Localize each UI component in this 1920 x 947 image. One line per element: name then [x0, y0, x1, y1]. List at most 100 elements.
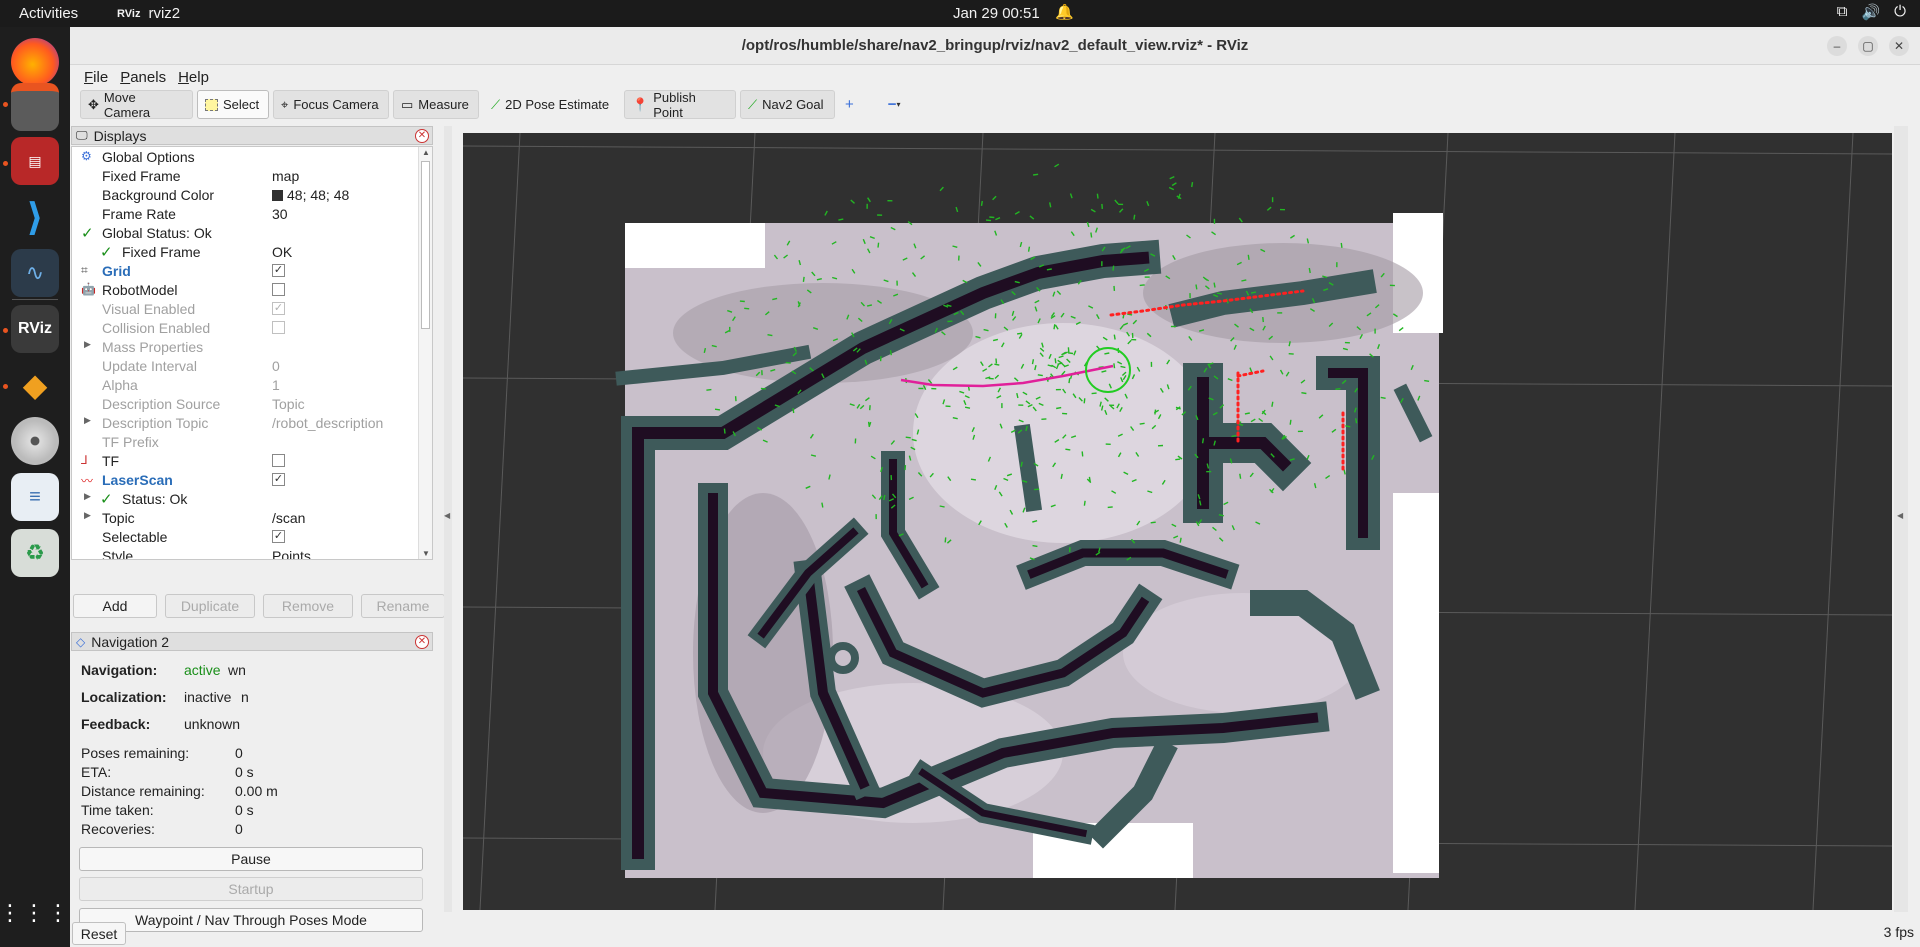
remove-display-button[interactable]: Remove [263, 594, 353, 618]
system-monitor-icon[interactable]: ∿ [11, 249, 59, 297]
activities-button[interactable]: Activities [19, 5, 78, 22]
terminal-icon[interactable]: ▤ [11, 137, 59, 185]
gazebo-icon[interactable]: ◆ [11, 361, 59, 409]
row-value[interactable]: Topic [272, 396, 305, 412]
render-scene[interactable] [463, 133, 1892, 910]
right-splitter[interactable]: ◀ [1894, 126, 1908, 912]
expand-arrow-icon[interactable]: ▶ [84, 491, 91, 502]
firefox-icon[interactable] [11, 38, 59, 86]
add-tool-button[interactable]: + [839, 90, 860, 119]
expand-arrow-icon[interactable]: ▶ [84, 510, 91, 521]
close-panel-icon[interactable]: ✕ [415, 635, 429, 649]
tree-row-frame-rate[interactable]: Frame Rate 30 [72, 204, 418, 223]
collision-enabled-checkbox[interactable] [272, 321, 285, 334]
trash-icon[interactable]: ♻ [11, 529, 59, 577]
left-splitter[interactable]: ◀ [444, 126, 452, 912]
nav2-goal-button[interactable]: ⟋ Nav2 Goal [740, 90, 835, 119]
close-panel-icon[interactable]: ✕ [415, 129, 429, 143]
clock[interactable]: Jan 29 00:51 [953, 5, 1040, 22]
row-label: Frame Rate [102, 206, 176, 222]
menu-file[interactable]: File [78, 65, 114, 89]
tree-row-global-options[interactable]: ⚙ Global Options [72, 147, 418, 166]
menu-help[interactable]: Help [172, 65, 215, 89]
tree-row-alpha[interactable]: Alpha 1 [72, 375, 418, 394]
rename-display-button[interactable]: Rename [361, 594, 445, 618]
row-label: Topic [102, 510, 135, 526]
row-value[interactable]: /robot_description [272, 415, 383, 431]
vscode-icon[interactable]: ⟩ [11, 193, 59, 241]
displays-scrollbar[interactable]: ▲ ▼ [418, 147, 432, 559]
particle-arrow [1081, 451, 1084, 457]
tree-row-fixed-frame-status[interactable]: ✓ Fixed Frame OK [72, 242, 418, 261]
scroll-thumb[interactable] [421, 161, 430, 329]
row-value[interactable]: 1 [272, 377, 280, 393]
remove-tool-button[interactable]: − ▾ [882, 90, 907, 119]
system-tray[interactable]: ⧉ 🔊 ⏻ [1837, 3, 1906, 21]
waypoint-mode-button[interactable]: Waypoint / Nav Through Poses Mode [79, 908, 423, 932]
scroll-down-icon[interactable]: ▼ [422, 549, 430, 558]
tree-row-topic[interactable]: ▶ Topic /scan [72, 508, 418, 527]
tree-row-selectable[interactable]: Selectable ✓ [72, 527, 418, 546]
row-value[interactable]: 48; 48; 48 [272, 187, 349, 203]
displays-panel-header[interactable]: 🖵 Displays ✕ [71, 126, 433, 145]
row-value[interactable]: 30 [272, 206, 288, 222]
text-editor-icon[interactable]: ≡ [11, 473, 59, 521]
laserscan-checkbox[interactable]: ✓ [272, 473, 285, 486]
tree-row-description-source[interactable]: Description Source Topic [72, 394, 418, 413]
tree-row-background-color[interactable]: Background Color 48; 48; 48 [72, 185, 418, 204]
tree-row-style[interactable]: Style Points [72, 546, 418, 559]
rviz-icon[interactable]: RViz [11, 305, 59, 353]
nav2-panel-header[interactable]: ◇ Navigation 2 ✕ [71, 632, 433, 651]
grid-enabled-checkbox[interactable]: ✓ [272, 264, 285, 277]
row-value[interactable]: Points [272, 548, 311, 559]
tree-row-tf-prefix[interactable]: TF Prefix [72, 432, 418, 451]
pause-button[interactable]: Pause [79, 847, 423, 871]
tree-row-collision-enabled[interactable]: Collision Enabled [72, 318, 418, 337]
measure-button[interactable]: ▭ Measure [393, 90, 479, 119]
publish-point-button[interactable]: 📍 Publish Point [624, 89, 736, 120]
scroll-up-icon[interactable]: ▲ [422, 148, 430, 157]
tree-row-visual-enabled[interactable]: Visual Enabled ✓ [72, 299, 418, 318]
disc-icon[interactable] [11, 417, 59, 465]
3d-viewport[interactable] [463, 133, 1892, 910]
tree-row-update-interval[interactable]: Update Interval 0 [72, 356, 418, 375]
tree-row-laserscan[interactable]: 〰 LaserScan ✓ [72, 470, 418, 489]
publish-point-label: Publish Point [653, 89, 696, 120]
reset-button[interactable]: Reset [72, 922, 126, 945]
select-button[interactable]: Select [197, 90, 269, 119]
tree-row-global-status[interactable]: ✓ Global Status: Ok [72, 223, 418, 242]
add-display-button[interactable]: Add [73, 594, 157, 618]
expand-arrow-icon[interactable]: ▶ [84, 339, 91, 350]
focus-camera-button[interactable]: ⌖ Focus Camera [273, 90, 389, 119]
move-camera-button[interactable]: ✥ Move Camera [80, 90, 193, 120]
show-apps-icon[interactable]: ⋮⋮⋮ [0, 889, 69, 937]
tree-row-fixed-frame[interactable]: Fixed Frame map [72, 166, 418, 185]
minimize-button[interactable]: – [1827, 36, 1847, 56]
window-titlebar[interactable]: /opt/ros/humble/share/nav2_bringup/rviz/… [70, 27, 1920, 65]
tree-row-description-topic[interactable]: ▶ Description Topic /robot_description [72, 413, 418, 432]
maximize-button[interactable]: ▢ [1858, 36, 1878, 56]
collapse-right-icon[interactable]: ◀ [1897, 511, 1903, 520]
select-label: Select [223, 97, 260, 112]
expand-arrow-icon[interactable]: ▶ [84, 415, 91, 426]
tree-row-robot-model[interactable]: 🤖 RobotModel [72, 280, 418, 299]
collapse-left-icon[interactable]: ◀ [444, 511, 450, 520]
robot-model-checkbox[interactable] [272, 283, 285, 296]
tree-row-tf[interactable]: ⅃ TF [72, 451, 418, 470]
selectable-checkbox[interactable]: ✓ [272, 530, 285, 543]
row-value[interactable]: /scan [272, 510, 305, 526]
tree-row-laserscan-status[interactable]: ▶ ✓ Status: Ok [72, 489, 418, 508]
files-icon[interactable] [11, 83, 59, 131]
menu-panels[interactable]: Panels [114, 65, 172, 89]
row-value[interactable]: 0 [272, 358, 280, 374]
duplicate-display-button[interactable]: Duplicate [165, 594, 255, 618]
tree-row-grid[interactable]: ⌗ Grid ✓ [72, 261, 418, 280]
row-value[interactable]: map [272, 168, 299, 184]
tf-checkbox[interactable] [272, 454, 285, 467]
pose-estimate-button[interactable]: ⟋ 2D Pose Estimate [483, 90, 620, 119]
startup-button[interactable]: Startup [79, 877, 423, 901]
close-button[interactable]: ✕ [1889, 36, 1909, 56]
app-menu[interactable]: RViz rviz2 [117, 5, 180, 22]
tree-row-mass-properties[interactable]: ▶ Mass Properties [72, 337, 418, 356]
visual-enabled-checkbox[interactable]: ✓ [272, 302, 285, 315]
